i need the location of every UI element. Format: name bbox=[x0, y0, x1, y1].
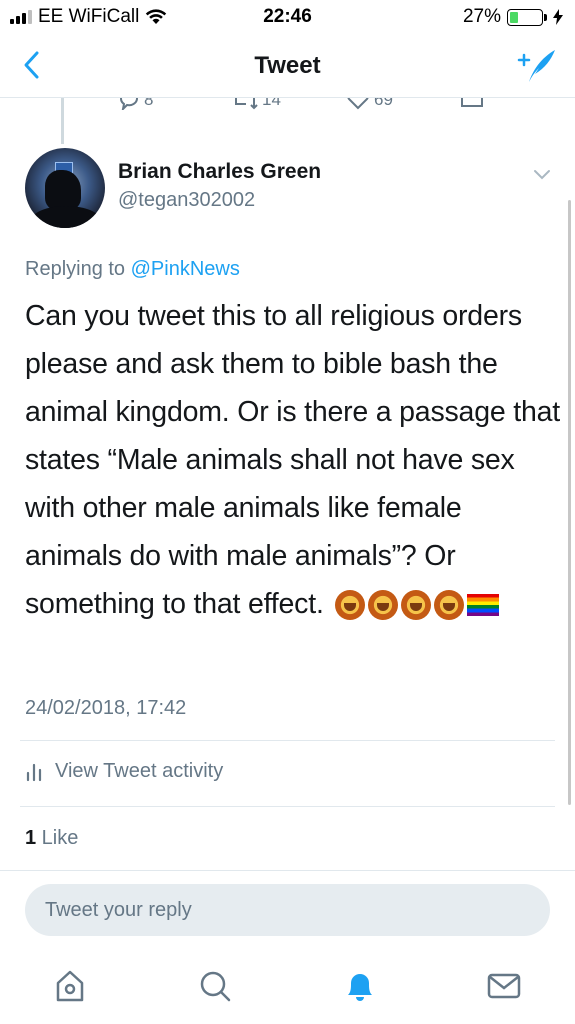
tweet-body: Can you tweet this to all religious orde… bbox=[25, 300, 560, 620]
retweet-icon bbox=[235, 98, 258, 110]
activity-icon bbox=[26, 763, 42, 781]
activity-label: View Tweet activity bbox=[55, 760, 224, 782]
back-button[interactable] bbox=[14, 48, 48, 82]
prev-share-button[interactable] bbox=[460, 98, 484, 110]
battery-group: 27% bbox=[463, 6, 563, 28]
tab-bar bbox=[0, 950, 575, 1024]
prev-reply-button[interactable]: 8 bbox=[118, 98, 153, 110]
author-handle[interactable]: @tegan302002 bbox=[118, 189, 255, 212]
divider bbox=[20, 740, 555, 741]
replying-to-prefix: Replying to bbox=[25, 258, 131, 280]
messages-icon[interactable] bbox=[484, 966, 524, 1006]
divider bbox=[20, 806, 555, 807]
replying-to-link[interactable]: @PinkNews bbox=[131, 258, 240, 280]
replying-to: Replying to @PinkNews bbox=[25, 258, 240, 281]
prev-reply-count: 8 bbox=[144, 98, 154, 109]
compose-icon[interactable] bbox=[515, 46, 557, 86]
prev-like-button[interactable]: 69 bbox=[346, 98, 393, 110]
home-icon[interactable] bbox=[50, 966, 90, 1006]
prev-retweet-count: 14 bbox=[262, 98, 281, 109]
avatar[interactable] bbox=[25, 148, 105, 228]
rainbow-flag-icon bbox=[467, 594, 500, 617]
back-icon bbox=[24, 51, 39, 79]
reply-placeholder: Tweet your reply bbox=[45, 899, 192, 921]
status-bar: EE WiFiCall 22:46 27% bbox=[0, 0, 575, 34]
notifications-icon[interactable] bbox=[340, 966, 380, 1006]
section-separator bbox=[0, 870, 575, 871]
battery-percent: 27% bbox=[462, 6, 501, 27]
caret-down-icon[interactable] bbox=[530, 162, 554, 186]
page-title: Tweet bbox=[254, 52, 321, 79]
lion-emoji-icon bbox=[434, 590, 465, 621]
like-icon bbox=[347, 98, 369, 110]
reply-icon bbox=[119, 98, 139, 110]
lion-emoji-icon bbox=[401, 590, 432, 621]
scrollbar[interactable] bbox=[568, 200, 571, 805]
nav-bar: Tweet bbox=[0, 34, 575, 98]
charging-icon bbox=[553, 9, 563, 25]
tweet-text: Can you tweet this to all religious orde… bbox=[25, 292, 560, 628]
share-icon bbox=[461, 98, 483, 107]
like-label: Like bbox=[36, 827, 79, 849]
prev-retweet-button[interactable]: 14 bbox=[232, 98, 281, 110]
lion-emoji-icon bbox=[368, 590, 399, 621]
like-count: 1 bbox=[25, 827, 37, 849]
lion-emoji-icon bbox=[335, 590, 366, 621]
likes-summary[interactable]: 1 Like bbox=[25, 827, 78, 850]
prev-like-count: 69 bbox=[374, 98, 393, 109]
battery-icon bbox=[507, 8, 547, 26]
reply-input[interactable]: Tweet your reply bbox=[25, 884, 550, 936]
emoji-group bbox=[335, 590, 500, 621]
tweet-timestamp: 24/02/2018, 17:42 bbox=[25, 697, 187, 719]
view-tweet-activity-button[interactable]: View Tweet activity bbox=[25, 760, 223, 783]
search-icon[interactable] bbox=[195, 966, 235, 1006]
author-name[interactable]: Brian Charles Green bbox=[118, 160, 321, 184]
previous-tweet-actions: 8 14 69 bbox=[0, 98, 575, 120]
